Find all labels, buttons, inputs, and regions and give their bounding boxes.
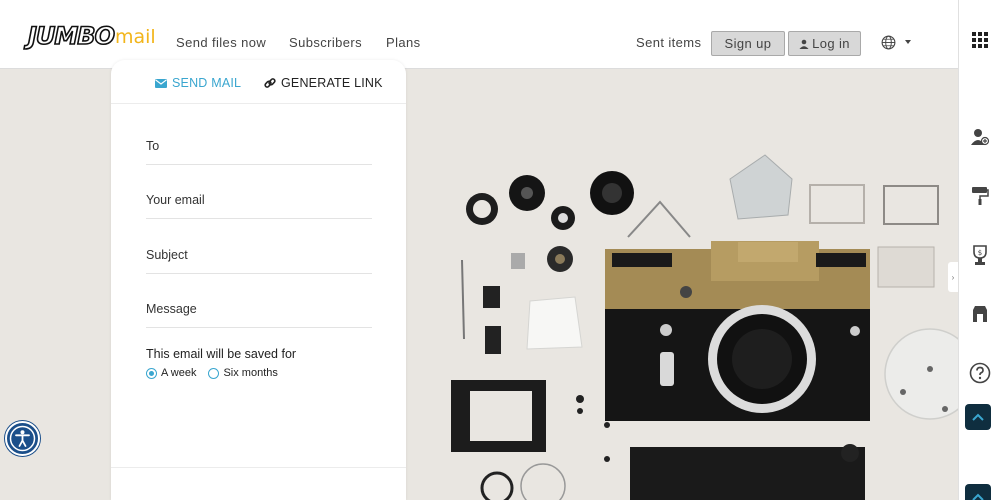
your-email-field-label: Your email xyxy=(146,193,205,207)
globe-icon[interactable] xyxy=(881,35,896,50)
chevron-up-icon xyxy=(972,493,984,500)
save-duration-options: A week Six months xyxy=(146,367,278,379)
radio-six-months-label[interactable]: Six months xyxy=(223,367,277,379)
tab-generate-link-label: GENERATE LINK xyxy=(281,76,383,90)
jumbomail-logo[interactable]: JUMBO mail xyxy=(27,20,156,51)
logo-brand: JUMBO xyxy=(27,21,116,51)
accessibility-icon xyxy=(9,425,36,452)
store-icon[interactable] xyxy=(967,301,993,327)
chevron-down-icon[interactable] xyxy=(905,40,911,44)
right-sidebar: $ xyxy=(958,0,1000,500)
help-icon[interactable] xyxy=(967,360,993,386)
svg-text:$: $ xyxy=(978,249,982,257)
nav-sent-items[interactable]: Sent items xyxy=(636,35,701,50)
accessibility-button[interactable] xyxy=(5,421,40,456)
subject-field[interactable]: Subject xyxy=(146,246,372,274)
to-field[interactable]: To xyxy=(146,137,372,165)
nav-send-files[interactable]: Send files now xyxy=(176,35,266,50)
scroll-up-button-secondary[interactable] xyxy=(965,484,991,500)
send-mail-form-card: SEND MAIL GENERATE LINK To Your email Su… xyxy=(111,60,406,500)
nav-subscribers[interactable]: Subscribers xyxy=(289,35,362,50)
radio-a-week-label[interactable]: A week xyxy=(161,367,196,379)
radio-selected-dot xyxy=(149,370,154,376)
paint-roller-icon[interactable] xyxy=(967,183,993,209)
sidebar-collapse-tab[interactable]: › xyxy=(948,262,958,292)
chevron-up-icon xyxy=(972,413,984,421)
radio-six-months[interactable] xyxy=(208,367,220,379)
trophy-icon[interactable]: $ xyxy=(967,242,993,268)
save-duration-label: This email will be saved for xyxy=(146,347,297,361)
your-email-field[interactable]: Your email xyxy=(146,191,372,219)
form-tabs: SEND MAIL GENERATE LINK xyxy=(111,60,406,104)
sign-up-label: Sign up xyxy=(724,36,772,51)
log-in-label: Log in xyxy=(812,36,850,51)
sign-up-button[interactable]: Sign up xyxy=(711,31,785,56)
tab-send-mail-label: SEND MAIL xyxy=(172,76,242,90)
grid-icon[interactable] xyxy=(967,27,993,53)
message-field[interactable]: Message xyxy=(146,300,372,328)
logo-suffix: mail xyxy=(115,26,156,48)
to-field-label: To xyxy=(146,139,160,153)
scroll-up-button[interactable] xyxy=(965,404,991,430)
envelope-icon xyxy=(155,78,167,88)
card-divider xyxy=(111,467,406,468)
user-icon xyxy=(799,39,809,49)
header: JUMBO mail Send files now Subscribers Pl… xyxy=(0,0,958,69)
tab-generate-link[interactable]: GENERATE LINK xyxy=(264,76,383,90)
message-field-label: Message xyxy=(146,302,197,316)
tab-send-mail[interactable]: SEND MAIL xyxy=(155,76,241,90)
link-icon xyxy=(264,78,276,88)
subject-field-label: Subject xyxy=(146,248,188,262)
radio-a-week[interactable] xyxy=(146,367,157,379)
nav-plans[interactable]: Plans xyxy=(386,35,421,50)
log-in-button[interactable]: Log in xyxy=(788,31,861,56)
add-user-icon[interactable] xyxy=(967,124,993,150)
